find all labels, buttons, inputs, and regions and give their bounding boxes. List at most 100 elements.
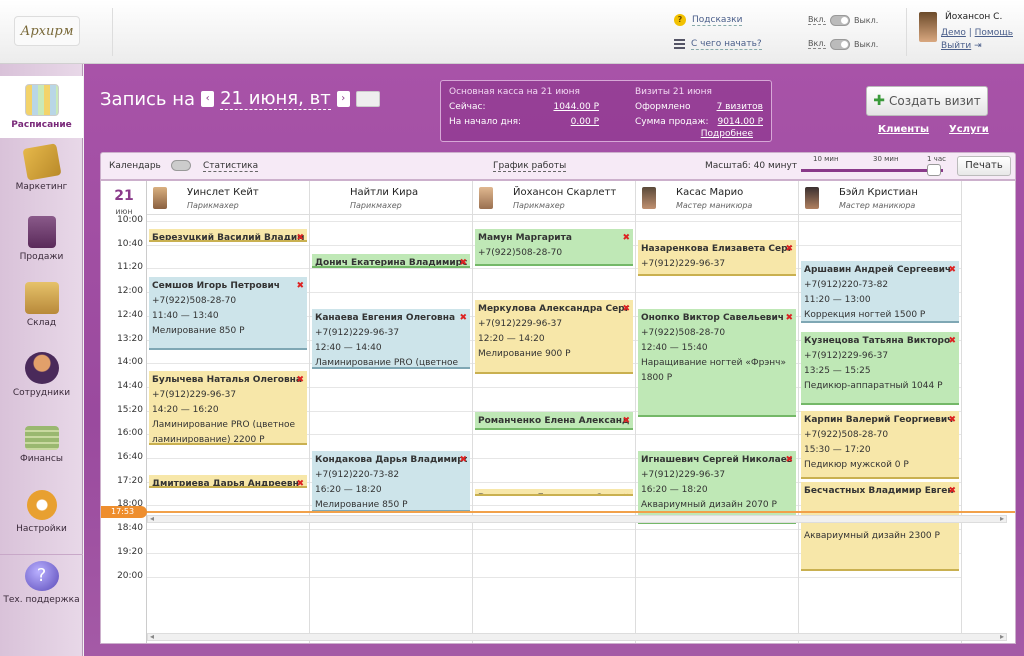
close-icon[interactable]: ✖ [459,311,467,326]
staff-name: Бэйл Кристиан [839,187,918,198]
appointment-detail: +7(922)508-28-70 [152,295,237,306]
sidebar-item-support[interactable]: ? Тех. поддержка [0,554,83,605]
scroll-left-icon[interactable]: ◂ [150,632,154,641]
close-icon[interactable]: ✖ [785,453,793,468]
appointment-card[interactable]: Карпин Валерий Георгиевич ✖ +7(922)508-28-… [801,410,959,480]
client-name: Меркулова Александра Серг [478,304,630,315]
services-link[interactable]: Услуги [949,124,989,135]
plus-icon: ✚ [873,93,886,109]
logout-link[interactable]: Выйти [941,41,971,51]
close-icon[interactable]: ✖ [459,453,467,468]
client-name: Кузнецова Татьяна Викторо [804,336,951,347]
appointment-card[interactable]: Бесчастных Владимир Евген✖ 17:20 — 19:50… [801,481,959,571]
sidebar-item-finance[interactable]: Финансы [0,426,83,464]
start-switch[interactable] [829,38,850,50]
calendar-switch[interactable] [171,160,191,171]
sidebar-item-settings[interactable]: Настройки [0,490,83,534]
cash-start-value[interactable]: 0.00 Р [571,115,599,130]
sidebar-item-warehouse[interactable]: Склад [0,282,83,328]
help-link[interactable]: Помощь [975,28,1013,38]
toggle-on-label[interactable]: Вкл. [808,15,826,25]
appointment-card[interactable]: Мамун Маргарита ✖ +7(922)508-28-70 [475,229,633,267]
close-icon[interactable]: ✖ [948,484,956,499]
appointment-card[interactable]: Канаева Евгения Олеговна ✖ +7(912)229-96-3… [312,308,470,370]
details-link[interactable]: Подробнее [701,129,753,139]
scale-slider-handle[interactable] [927,164,941,176]
sidebar-item-staff[interactable]: Сотрудники [0,352,83,398]
toggle-off-label[interactable]: Выкл. [854,40,878,49]
appointment-card[interactable]: Назаренкова Елизавета Серг ✖ +7(912)229-96… [638,239,796,276]
close-icon[interactable]: ✖ [622,414,630,428]
appointment-card[interactable]: Аршавин Андрей Сергеевич ✖ +7(912)220-73-8… [801,261,959,323]
toggle-off-label[interactable]: Выкл. [854,16,878,25]
close-icon[interactable]: ✖ [948,413,956,428]
hints-link[interactable]: Подсказки [692,15,743,26]
appointment-card[interactable]: Игнашевич Сергей Николаев ✖ +7(912)229-96-… [638,450,796,525]
staff-header[interactable]: Найтли Кира Парикмахер [310,181,473,215]
appointment-card[interactable]: Воронцова Екатерина Олего✖ [475,488,633,496]
close-icon[interactable]: ✖ [296,373,304,388]
create-visit-button[interactable]: ✚ Создать визит [866,86,988,116]
start-toggle[interactable]: Вкл. Выкл. [808,36,878,52]
appointment-card[interactable]: Романченко Елена Александ ✖ [475,411,633,430]
appointment-card[interactable]: Булычева Наталья Олеговна ✖ +7(912)229-96-… [149,371,307,445]
appointment-card[interactable]: Дмитриева Дарья Андреевн ✖ [149,474,307,488]
appointment-detail: +7(912)229-96-37 [804,351,889,362]
appointment-card[interactable]: Онопко Виктор Савельевич ✖ +7(922)508-28-7… [638,308,796,417]
work-schedule-link[interactable]: График работы [493,161,567,172]
staff-header[interactable]: Бэйл Кристиан Мастер маникюра [799,181,962,215]
staff-header[interactable]: Касас Марио Мастер маникюра [636,181,799,215]
appointment-card[interactable]: Кондакова Дарья Владимирс ✖ +7(912)220-73-… [312,450,470,513]
close-icon[interactable]: ✖ [785,311,793,326]
close-icon[interactable]: ✖ [785,242,793,257]
logout-icon[interactable]: ⇥ [974,41,982,51]
date-picker[interactable]: 21 июня, вт [220,88,331,110]
scale-slider[interactable] [801,169,943,172]
staff-header[interactable]: Йохансон Скарлетт Парикмахер [473,181,636,215]
clients-link[interactable]: Клиенты [878,124,929,135]
staff-header[interactable]: Уинслет Кейт Парикмахер [147,181,310,215]
bottom-scrollbar[interactable]: ◂ ▸ [147,632,1007,641]
toggle-on-label[interactable]: Вкл. [808,39,826,49]
print-button[interactable]: Печать [957,156,1011,176]
client-name: Кондакова Дарья Владимирс [315,454,467,465]
close-icon[interactable]: ✖ [296,279,304,294]
sidebar-item-schedule[interactable]: Расписание [0,76,83,138]
app-logo[interactable]: Архирм [14,16,80,46]
cash-now-value[interactable]: 1044.00 Р [553,100,599,115]
close-icon[interactable]: ✖ [948,334,956,349]
scroll-left-icon[interactable]: ◂ [150,514,154,523]
appointment-detail: Ламинирование PRO (цветное ламинирование… [315,357,459,368]
next-day-button[interactable]: › [336,91,350,107]
visits-count[interactable]: 7 визитов [717,100,763,115]
finance-icon [24,426,59,450]
close-icon[interactable]: ✖ [948,263,956,278]
demo-link[interactable]: Демо [941,28,966,38]
start-link[interactable]: С чего начать? [691,39,762,50]
appointment-card[interactable]: Кузнецова Татьяна Викторо ✖ +7(912)229-96-… [801,332,959,405]
appointment-card[interactable]: Меркулова Александра Серг ✖ +7(912)229-96-… [475,300,633,374]
scroll-right-icon[interactable]: ▸ [1000,514,1004,523]
scroll-right-icon[interactable]: ▸ [1000,632,1004,641]
stats-link[interactable]: Статистика [203,161,259,172]
sidebar-item-marketing[interactable]: Маркетинг [0,143,83,192]
marketing-icon [21,143,62,181]
close-icon[interactable]: ✖ [622,231,630,246]
appointment-card[interactable]: Семшов Игорь Петрович ✖ +7(922)508-28-70 11… [149,276,307,351]
hints-switch[interactable] [829,14,850,26]
gear-icon [26,490,57,520]
horizontal-scrollbar[interactable]: ◂ ▸ [147,514,1007,523]
sidebar: Расписание Маркетинг Продажи Склад Сотру… [0,64,83,656]
prev-day-button[interactable]: ‹ [201,91,215,107]
time-label: 12:00 [117,286,143,297]
sales-sum[interactable]: 9014.00 Р [717,115,763,130]
current-time-line [101,511,1015,513]
appointment-detail: Мелирование 850 Р [152,325,245,336]
appointment-card[interactable]: Березуцкий Василий Владим ✖ [149,229,307,243]
appointment-card[interactable]: Донич Екатерина Владимирс ✖ [312,254,470,269]
hints-toggle[interactable]: Вкл. Выкл. [808,12,878,28]
calendar-toggle-label[interactable]: Календарь [109,161,161,171]
sidebar-item-sales[interactable]: Продажи [0,216,83,262]
close-icon[interactable]: ✖ [622,302,630,317]
calendar-icon[interactable] [355,91,380,107]
